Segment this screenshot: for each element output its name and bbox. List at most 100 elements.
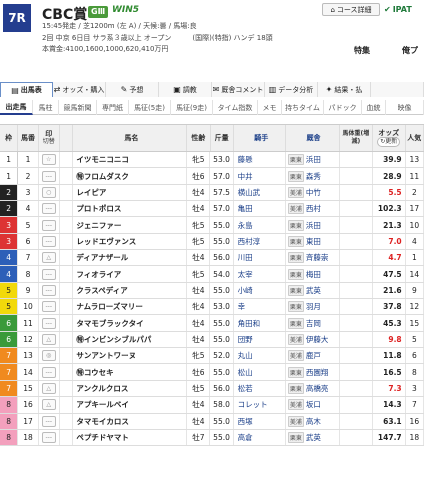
mark-selector[interactable]: --- [41,219,56,231]
mark-cell[interactable]: --- [39,315,60,331]
tab-data[interactable]: ▥ データ分析 [265,82,318,97]
mark-selector[interactable]: --- [41,366,56,378]
horse-name[interactable]: ㊕インビンシブルパパ [73,331,188,348]
horse-name[interactable]: アプキールベイ [73,397,188,413]
mark-cell[interactable]: △ [39,380,60,397]
mark-cell[interactable]: ◎ [39,348,60,364]
col-odds[interactable]: オッズ ↻更新 [373,125,406,151]
horse-name[interactable]: ナムラローズマリー [73,299,188,315]
trainer-link[interactable]: 浜田 [306,154,321,165]
subtab-paddock[interactable]: パドック [324,100,362,115]
mark-cell[interactable]: --- [39,168,60,184]
col-mark[interactable]: 印 切替 [39,125,60,151]
jockey-link[interactable]: 永島 [234,217,286,233]
stable-cell[interactable]: 美浦 高木 [286,413,340,429]
stable-cell[interactable]: 栗東 東田 [286,233,340,250]
stable-cell[interactable]: 美浦 鹿戸 [286,348,340,364]
odds-value[interactable]: 47.5 [373,266,406,282]
stable-cell[interactable]: 栗東 高橋亮 [286,380,340,397]
stable-cell[interactable]: 栗東 斉藤崇 [286,250,340,266]
mark-cell[interactable]: △ [39,331,60,348]
trainer-link[interactable]: 羽月 [306,301,321,312]
mark-cell[interactable]: --- [39,266,60,282]
trainer-link[interactable]: 西村 [306,203,321,214]
col-waku[interactable]: 枠 [0,125,19,151]
trainer-link[interactable]: 鹿戸 [306,350,321,361]
trainer-link[interactable]: 坂口 [306,399,321,410]
jockey-link[interactable]: コレット [234,397,286,413]
jockey-link[interactable]: 西村淳 [234,233,286,250]
subtab-5races[interactable]: 馬征(5走) [129,100,171,115]
col-sex[interactable]: 性齢 [187,125,211,151]
stable-cell[interactable]: 栗東 浜田 [286,217,340,233]
mark-selector[interactable]: --- [41,284,56,296]
col-pop[interactable]: 人気 [406,125,424,151]
jockey-link[interactable]: 松山 [234,364,286,380]
trainer-link[interactable]: 中竹 [306,187,321,198]
horse-name[interactable]: イツモニコニコ [73,152,188,168]
mark-cell[interactable]: --- [39,201,60,217]
mark-selector[interactable]: △ [41,399,56,411]
odds-value[interactable]: 102.3 [373,201,406,217]
table-row[interactable]: 2 4 --- プロトポロス 牡4 57.0 亀田 美浦 西村 102.3 17 [0,201,424,218]
subtab-eizo[interactable]: 映像 [386,100,424,115]
mark-selector[interactable]: --- [41,415,56,427]
trainer-link[interactable]: 森秀 [306,171,321,182]
mark-selector[interactable]: ◎ [41,350,56,362]
odds-value[interactable]: 21.6 [373,282,406,299]
table-row[interactable]: 7 15 △ アンクルクロス 牡5 56.0 松若 栗東 高橋亮 7.3 3 [0,380,424,398]
mark-cell[interactable]: --- [39,233,60,250]
special-feature-link[interactable]: 特集 [354,45,370,56]
jockey-link[interactable]: 中井 [234,168,286,184]
jockey-link[interactable]: 太宰 [234,266,286,282]
jockey-link[interactable]: 団野 [234,331,286,348]
mark-cell[interactable]: ☆ [39,152,60,168]
stable-cell[interactable]: 栗東 梅田 [286,266,340,282]
refresh-button[interactable]: ↻更新 [377,137,401,147]
tab-extra[interactable] [371,82,424,97]
table-row[interactable]: 6 12 △ ㊕インビンシブルパパ 牡4 55.0 団野 美浦 伊藤大 9.8 5 [0,331,424,349]
mark-selector[interactable]: ○ [41,186,56,198]
mark-selector[interactable]: --- [41,317,56,329]
table-row[interactable]: 2 3 ○ レイピア 牡4 57.5 横山武 美浦 中竹 5.5 2 [0,184,424,202]
table-row[interactable]: 8 18 --- ペプチドヤマト 牡7 55.0 高倉 栗東 武英 147.7 18 [0,429,424,447]
jockey-link[interactable]: 横山武 [234,184,286,201]
table-row[interactable]: 1 1 ☆ イツモニコニコ 牝5 53.0 藤懸 栗東 浜田 39.9 13 [0,152,424,169]
ipat-button[interactable]: ✔ IPAT [384,3,424,16]
horse-name[interactable]: ディアナザール [73,250,188,266]
jockey-link[interactable]: 角田和 [234,315,286,331]
jockey-link[interactable]: 藤懸 [234,152,286,168]
table-row[interactable]: 1 2 --- ㊕フロムダスク 牡6 57.0 中井 栗東 森秀 28.9 11 [0,168,424,185]
mark-selector[interactable]: --- [41,432,56,444]
mark-selector[interactable]: △ [41,252,56,264]
subtab-ketto[interactable]: 血統 [362,100,386,115]
mark-selector[interactable]: △ [41,382,56,394]
stable-cell[interactable]: 美浦 中竹 [286,184,340,201]
mark-cell[interactable]: --- [39,217,60,233]
mark-selector[interactable]: --- [41,268,56,280]
subtab-9races[interactable]: 馬征(9走) [171,100,213,115]
jockey-link[interactable]: 高倉 [234,429,286,446]
odds-value[interactable]: 7.0 [373,233,406,250]
odds-value[interactable]: 16.5 [373,364,406,380]
horse-name[interactable]: サンアントワーヌ [73,348,188,364]
horse-name[interactable]: ㊕フロムダスク [73,168,188,184]
table-row[interactable]: 5 9 --- クラスペディア 牡4 55.0 小崎 栗東 武英 21.6 9 [0,282,424,300]
stable-cell[interactable]: 栗東 武英 [286,429,340,446]
subtab-memo[interactable]: メモ [258,100,282,115]
subtab-shinbun[interactable]: 競馬新聞 [59,100,97,115]
col-weight[interactable]: 斤量 [211,125,234,151]
stable-cell[interactable]: 栗東 武英 [286,282,340,299]
odds-value[interactable]: 37.8 [373,299,406,315]
mark-cell[interactable]: --- [39,364,60,380]
trainer-link[interactable]: 浜田 [306,220,321,231]
odds-value[interactable]: 11.8 [373,348,406,364]
tab-chokyo[interactable]: ▣ 調教 [159,82,212,97]
table-row[interactable]: 3 5 --- ジェニファー 牝5 55.0 永島 栗東 浜田 21.3 10 [0,217,424,234]
stable-cell[interactable]: 栗東 浜田 [286,152,340,168]
odds-value[interactable]: 63.1 [373,413,406,429]
mark-selector[interactable]: --- [41,170,56,182]
trainer-link[interactable]: 高木 [306,416,321,427]
table-row[interactable]: 4 8 --- フィオライア 牝5 54.0 太宰 栗東 梅田 47.5 14 [0,266,424,283]
col-ban[interactable]: 馬番 [18,125,39,151]
